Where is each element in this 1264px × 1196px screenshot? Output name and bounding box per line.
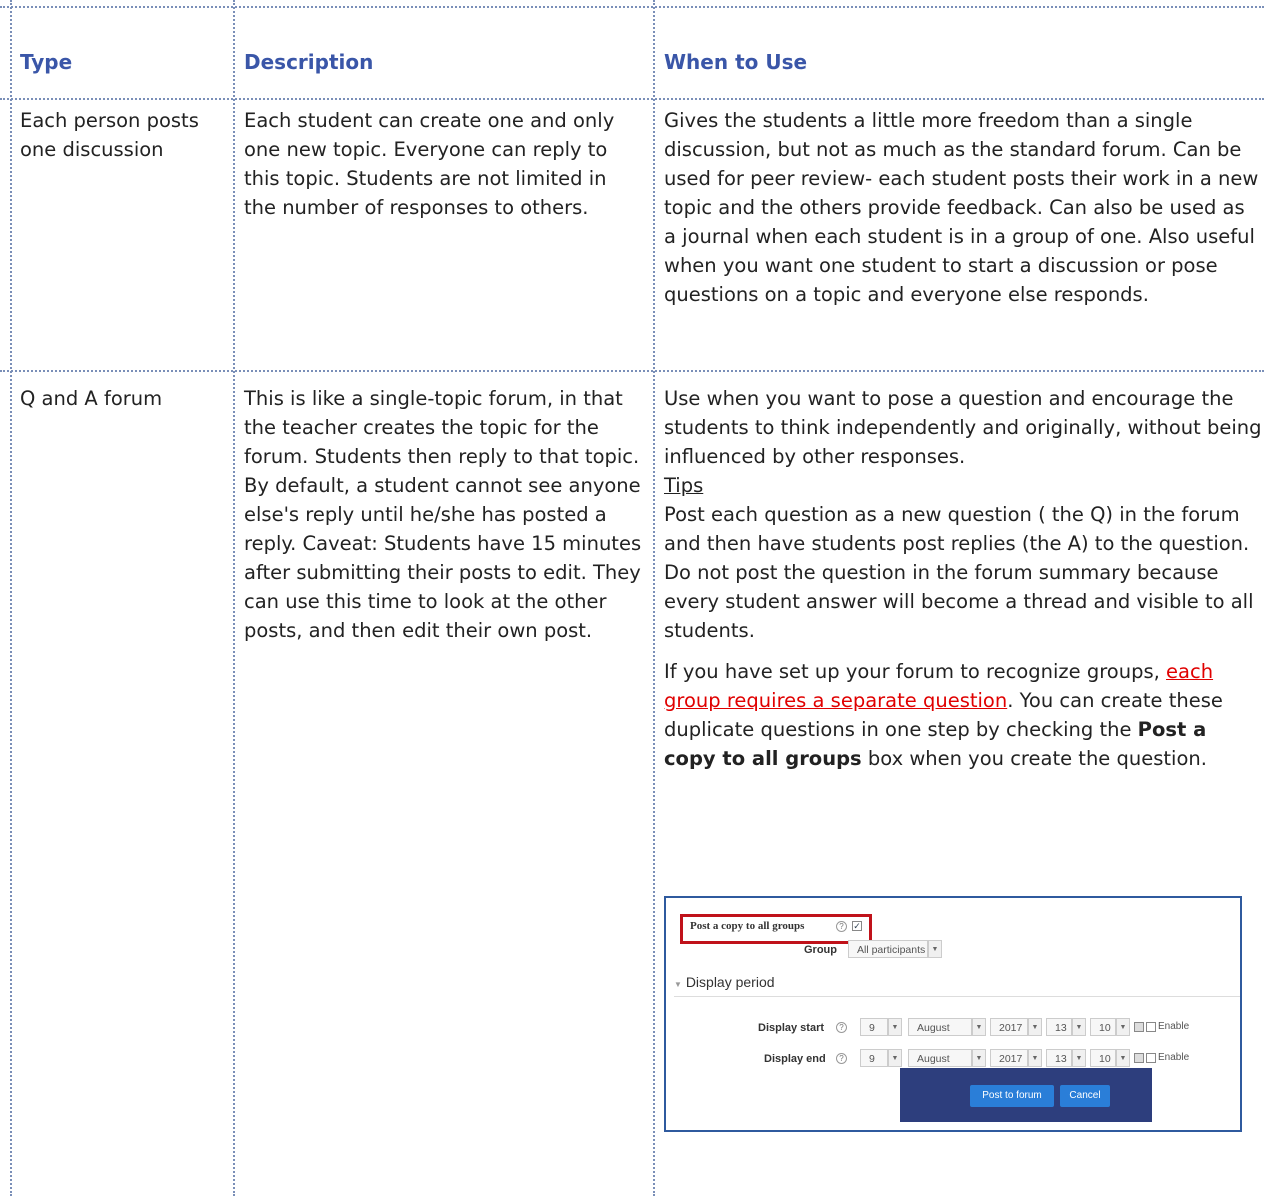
header-description: Description [244, 50, 374, 74]
chevron-down-icon[interactable]: ▼ [888, 1049, 902, 1067]
help-icon[interactable]: ? [836, 1022, 847, 1033]
chevron-down-icon[interactable]: ▼ [1116, 1049, 1130, 1067]
groups-text-c: box when you create the question. [861, 747, 1207, 770]
column-border-left [10, 0, 12, 1196]
row2-description: This is like a single-topic forum, in th… [244, 387, 642, 642]
tips-heading: Tips [664, 474, 704, 497]
start-enable-checkbox[interactable] [1146, 1022, 1156, 1032]
chevron-down-icon[interactable]: ▼ [1072, 1018, 1086, 1036]
header-when-to-use: When to Use [664, 50, 808, 74]
column-divider-2 [653, 0, 655, 1196]
help-icon[interactable]: ? [836, 921, 847, 932]
end-minute-select[interactable]: 10 [1090, 1049, 1116, 1067]
row2-when-paragraph-3: If you have set up your forum to recogni… [664, 657, 1262, 773]
display-end-label: Display end [764, 1053, 826, 1065]
table-border-top [0, 6, 1264, 8]
section-divider [674, 996, 1240, 997]
end-month-select[interactable]: August [908, 1049, 972, 1067]
chevron-down-icon[interactable]: ▼ [1116, 1018, 1130, 1036]
form-button-bar: Post to forum Cancel [900, 1068, 1152, 1122]
calendar-icon[interactable] [1134, 1022, 1144, 1032]
end-hour-select[interactable]: 13 [1046, 1049, 1072, 1067]
cancel-button[interactable]: Cancel [1060, 1085, 1110, 1107]
row2-when-paragraph-2: Post each question as a new question ( t… [664, 503, 1254, 642]
end-enable-checkbox[interactable] [1146, 1053, 1156, 1063]
chevron-down-icon[interactable]: ▼ [1028, 1049, 1042, 1067]
forum-types-table: Type Description When to Use Each person… [0, 0, 1264, 1196]
help-icon[interactable]: ? [836, 1053, 847, 1064]
group-select[interactable]: All participants [848, 940, 928, 958]
column-divider-1 [233, 0, 235, 1196]
chevron-down-icon[interactable]: ▼ [972, 1049, 986, 1067]
start-day-select[interactable]: 9 [860, 1018, 888, 1036]
chevron-down-icon[interactable]: ▼ [1072, 1049, 1086, 1067]
caret-down-icon: ▼ [674, 980, 682, 989]
post-to-forum-button[interactable]: Post to forum [970, 1085, 1054, 1107]
chevron-down-icon[interactable]: ▼ [888, 1018, 902, 1036]
row1-description: Each student can create one and only one… [244, 109, 615, 219]
header-divider [0, 98, 1264, 100]
header-type: Type [20, 50, 73, 74]
start-year-select[interactable]: 2017 [990, 1018, 1028, 1036]
display-period-heading[interactable]: ▼ Display period [674, 974, 775, 990]
row2-type: Q and A forum [20, 387, 163, 410]
post-copy-label: Post a copy to all groups [690, 920, 805, 932]
moodle-form-screenshot: Post a copy to all groups ? ✓ Group All … [664, 896, 1242, 1132]
groups-text-a: If you have set up your forum to recogni… [664, 660, 1167, 683]
chevron-down-icon[interactable]: ▼ [928, 940, 942, 958]
start-hour-select[interactable]: 13 [1046, 1018, 1072, 1036]
end-enable-label: Enable [1158, 1052, 1190, 1063]
row-divider [0, 370, 1264, 372]
end-year-select[interactable]: 2017 [990, 1049, 1028, 1067]
row1-type: Each person posts one discussion [20, 109, 199, 161]
group-label: Group [804, 944, 837, 956]
end-day-select[interactable]: 9 [860, 1049, 888, 1067]
start-enable-label: Enable [1158, 1021, 1190, 1032]
row2-when-paragraph-1: Use when you want to pose a question and… [664, 387, 1262, 468]
display-start-label: Display start [758, 1022, 825, 1034]
display-period-title: Display period [685, 974, 775, 990]
start-month-select[interactable]: August [908, 1018, 972, 1036]
row2-when-to-use: Use when you want to pose a question and… [664, 384, 1262, 773]
chevron-down-icon[interactable]: ▼ [1028, 1018, 1042, 1036]
calendar-icon[interactable] [1134, 1053, 1144, 1063]
chevron-down-icon[interactable]: ▼ [972, 1018, 986, 1036]
start-minute-select[interactable]: 10 [1090, 1018, 1116, 1036]
row1-when-to-use: Gives the students a little more freedom… [664, 109, 1259, 306]
post-copy-checkbox[interactable]: ✓ [852, 921, 862, 931]
